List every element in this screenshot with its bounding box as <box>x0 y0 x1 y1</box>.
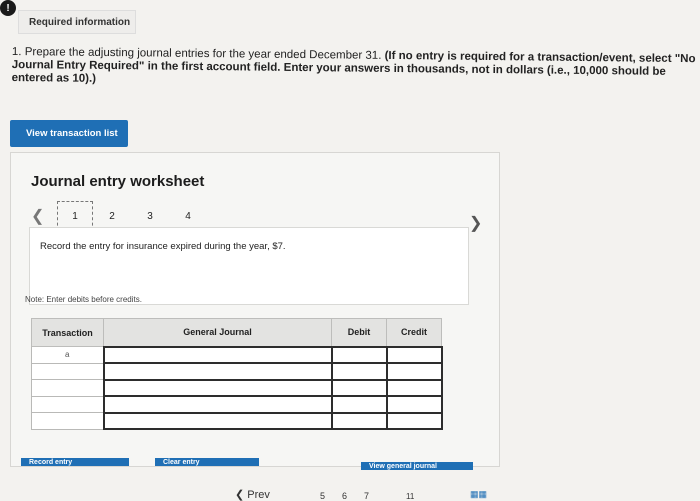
credit-field[interactable] <box>385 345 443 364</box>
transaction-cell <box>31 395 104 413</box>
instructions: 1. Prepare the adjusting journal entries… <box>12 46 700 92</box>
page-2-tab[interactable]: 2 <box>93 211 131 222</box>
credit-field[interactable] <box>385 395 443 414</box>
table-row <box>31 395 443 414</box>
view-general-journal-button[interactable]: View general journal <box>361 462 473 470</box>
account-field[interactable] <box>102 411 333 430</box>
page-4-tab[interactable]: 4 <box>169 211 207 222</box>
credit-field[interactable] <box>385 411 443 430</box>
account-field[interactable] <box>102 378 333 397</box>
transaction-cell <box>31 412 104 430</box>
debit-field[interactable] <box>330 395 388 414</box>
debits-note: Note: Enter debits before credits. <box>25 295 142 304</box>
table-row <box>31 362 443 381</box>
account-field[interactable] <box>102 345 333 364</box>
footer-page-5[interactable]: 5 <box>320 491 325 501</box>
credit-header: Credit <box>386 318 442 347</box>
chevron-right-icon[interactable]: ❯ <box>469 213 482 233</box>
footer-page-7[interactable]: 7 <box>364 491 369 501</box>
view-transaction-list-button[interactable]: View transaction list <box>10 120 128 147</box>
account-field[interactable] <box>102 362 333 381</box>
required-information-label: Required information <box>29 17 131 28</box>
debit-field[interactable] <box>330 411 388 430</box>
debit-field[interactable] <box>330 345 388 364</box>
prev-label: Prev <box>247 489 270 501</box>
table-row <box>31 411 443 430</box>
journal-table: Transaction General Journal Debit Credit… <box>31 318 443 430</box>
record-entry-button[interactable]: Record entry <box>21 458 129 466</box>
footer-page-6[interactable]: 6 <box>342 491 347 501</box>
prev-button[interactable]: ❮ Prev <box>235 488 270 501</box>
credit-field[interactable] <box>385 362 443 381</box>
debit-field[interactable] <box>330 378 388 397</box>
journal-entry-worksheet: Journal entry worksheet ❮ 1 2 3 4 ❯ Reco… <box>10 152 500 470</box>
alert-icon: ! <box>0 0 16 16</box>
transaction-header: Transaction <box>31 318 104 347</box>
debit-field[interactable] <box>330 362 388 381</box>
debit-header: Debit <box>331 318 387 347</box>
entry-description: Record the entry for insurance expired d… <box>40 241 286 252</box>
footer-page-11[interactable]: 11 <box>406 492 414 501</box>
page-3-tab[interactable]: 3 <box>131 211 169 222</box>
chevron-left-icon: ❮ <box>235 489 245 501</box>
worksheet-title: Journal entry worksheet <box>31 173 205 190</box>
account-field[interactable] <box>102 395 333 414</box>
clear-entry-button[interactable]: Clear entry <box>155 458 259 466</box>
entry-description-box: Record the entry for insurance expired d… <box>29 227 469 305</box>
credit-field[interactable] <box>385 378 443 397</box>
required-information-tab[interactable]: Required information <box>18 10 136 34</box>
table-row: a <box>31 345 443 364</box>
grid-icon[interactable]: ▦▦ <box>470 489 487 500</box>
transaction-cell: a <box>31 346 104 364</box>
transaction-cell <box>31 379 104 397</box>
journal-header-row: Transaction General Journal Debit Credit <box>31 318 442 347</box>
table-row <box>31 378 443 397</box>
instruction-number: 1. <box>11 46 22 59</box>
transaction-cell <box>31 362 104 380</box>
chevron-left-icon[interactable]: ❮ <box>31 206 57 226</box>
general-journal-header: General Journal <box>103 318 332 347</box>
